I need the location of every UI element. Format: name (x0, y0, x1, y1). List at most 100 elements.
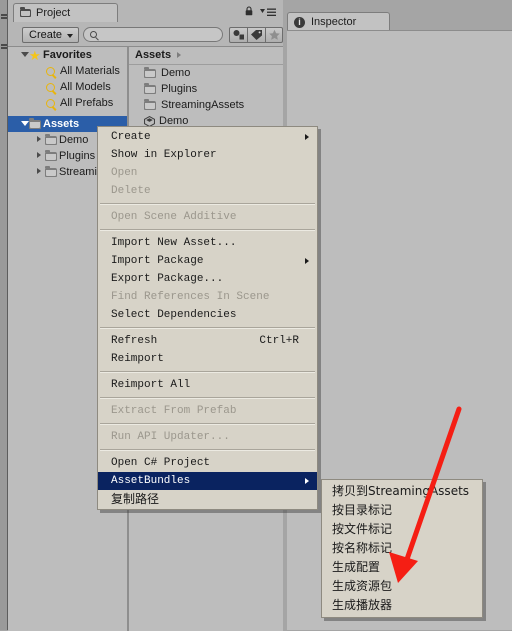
tree-item-favorites[interactable]: ★ Favorites (8, 47, 127, 63)
menu-item-label: Import Package (111, 255, 204, 267)
menu-item-label: Select Dependencies (111, 309, 237, 321)
submenu-item-label: 生成资源包 (332, 579, 393, 593)
menu-item-label: Show in Explorer (111, 149, 217, 161)
folder-icon (29, 118, 41, 129)
menu-item-label: Find References In Scene (111, 291, 270, 303)
submenu-item-label: 生成播放器 (332, 598, 393, 612)
star-icon: ★ (29, 48, 41, 63)
submenu-item-label: 按目录标记 (332, 503, 393, 517)
menu-item-label: Import New Asset... (111, 237, 237, 249)
dock-handle-icon (1, 17, 7, 19)
menu-item-reimport-all[interactable]: Reimport All (98, 376, 317, 394)
menu-item-label: Reimport All (111, 379, 191, 391)
menu-item-select-dependencies[interactable]: Select Dependencies (98, 306, 317, 324)
search-icon (46, 83, 55, 92)
folder-icon (20, 7, 31, 17)
tree-item-all-materials[interactable]: All Materials (8, 63, 127, 79)
menu-item-import-new-asset[interactable]: Import New Asset... (98, 234, 317, 252)
folder-icon (45, 166, 57, 177)
tab-inspector[interactable]: i Inspector (287, 12, 390, 31)
menu-item-label: AssetBundles (111, 475, 191, 487)
menu-separator (100, 229, 315, 231)
submenu-item-build-player[interactable]: 生成播放器 (322, 596, 482, 615)
triangle-closed-icon[interactable] (37, 168, 41, 174)
lock-icon[interactable] (245, 6, 253, 16)
menu-item-label: Run API Updater... (111, 431, 230, 443)
list-item-label: Demo (161, 67, 191, 79)
tab-project[interactable]: Project (13, 3, 118, 22)
submenu-item-label: 拷贝到StreamingAssets (332, 484, 470, 498)
triangle-closed-icon[interactable] (37, 136, 41, 142)
tree-item-all-models-label: All Models (60, 81, 111, 93)
list-item[interactable]: Plugins (129, 81, 283, 97)
menu-item-find-references-in-scene: Find References In Scene (98, 288, 317, 306)
menu-item-shortcut: Ctrl+R (259, 335, 299, 347)
triangle-open-icon[interactable] (21, 121, 29, 126)
assetbundles-submenu[interactable]: 拷贝到StreamingAssets 按目录标记 按文件标记 按名称标记 生成配… (321, 479, 483, 618)
list-breadcrumb-label: Assets (135, 49, 172, 61)
search-icon (90, 31, 97, 38)
menu-item-create[interactable]: Create (98, 128, 317, 146)
menu-item-import-package[interactable]: Import Package (98, 252, 317, 270)
menu-separator (100, 203, 315, 205)
menu-item-open-scene-additive: Open Scene Additive (98, 208, 317, 226)
menu-item-export-package[interactable]: Export Package... (98, 270, 317, 288)
menu-item-run-api-updater: Run API Updater... (98, 428, 317, 446)
submenu-item-label: 按文件标记 (332, 522, 393, 536)
submenu-arrow-icon (305, 258, 309, 264)
menu-item-label: Extract From Prefab (111, 405, 237, 417)
menu-item-label: Create (111, 131, 151, 143)
menu-item-open-csharp-project[interactable]: Open C# Project (98, 454, 317, 472)
folder-icon (45, 134, 57, 145)
menu-separator (100, 371, 315, 373)
create-button-label: Create (29, 29, 63, 41)
submenu-item-copy-to-streamingassets[interactable]: 拷贝到StreamingAssets (322, 482, 482, 501)
dock-handle-icon (1, 14, 7, 16)
submenu-item-build-assetbundle[interactable]: 生成资源包 (322, 577, 482, 596)
submenu-arrow-icon (305, 478, 309, 484)
menu-item-reimport[interactable]: Reimport (98, 350, 317, 368)
menu-item-label: Reimport (111, 353, 164, 365)
list-item[interactable]: StreamingAssets (129, 97, 283, 113)
menu-item-label: Open C# Project (111, 457, 211, 469)
tree-item-assets-label: Assets (43, 118, 80, 130)
submenu-item-build-config[interactable]: 生成配置 (322, 558, 482, 577)
chevron-down-icon (67, 34, 73, 38)
list-item[interactable]: Demo (129, 65, 283, 81)
tab-project-label: Project (36, 7, 71, 19)
menu-item-label: Delete (111, 185, 151, 197)
create-button[interactable]: Create (22, 27, 79, 43)
asset-context-menu[interactable]: Create Show in Explorer Open Delete Open… (97, 126, 318, 510)
submenu-item-mark-by-name[interactable]: 按名称标记 (322, 539, 482, 558)
submenu-item-label: 生成配置 (332, 560, 381, 574)
submenu-item-mark-by-file[interactable]: 按文件标记 (322, 520, 482, 539)
project-toolbar: Create (8, 25, 283, 45)
left-dock-edge (0, 0, 8, 630)
triangle-closed-icon[interactable] (37, 152, 41, 158)
tree-item-all-prefabs[interactable]: All Prefabs (8, 95, 127, 111)
panel-menu-icon[interactable] (260, 8, 276, 17)
submenu-item-mark-by-directory[interactable]: 按目录标记 (322, 501, 482, 520)
label-tag-icon[interactable] (247, 27, 266, 43)
submenu-item-label: 按名称标记 (332, 541, 393, 555)
menu-item-assetbundles[interactable]: AssetBundles (98, 472, 317, 490)
folder-icon (144, 99, 156, 110)
search-input[interactable] (83, 27, 223, 42)
info-icon: i (294, 17, 305, 28)
tree-item-all-prefabs-label: All Prefabs (60, 97, 114, 109)
folder-icon (144, 67, 156, 78)
tab-inspector-label: Inspector (311, 16, 357, 28)
tree-item-demo-label: Demo (59, 134, 89, 146)
menu-item-show-in-explorer[interactable]: Show in Explorer (98, 146, 317, 164)
menu-item-copy-path[interactable]: 复制路径 (98, 490, 317, 508)
menu-item-refresh[interactable]: Refresh Ctrl+R (98, 332, 317, 350)
dock-handle-icon (1, 47, 7, 49)
filter-by-type-icon[interactable] (229, 27, 248, 43)
menu-item-label: Open (111, 167, 138, 179)
menu-item-delete: Delete (98, 182, 317, 200)
triangle-open-icon[interactable] (21, 52, 29, 57)
menu-separator (100, 449, 315, 451)
menu-item-label: Open Scene Additive (111, 211, 237, 223)
tree-item-all-models[interactable]: All Models (8, 79, 127, 95)
favorite-star-icon[interactable] (265, 27, 283, 43)
